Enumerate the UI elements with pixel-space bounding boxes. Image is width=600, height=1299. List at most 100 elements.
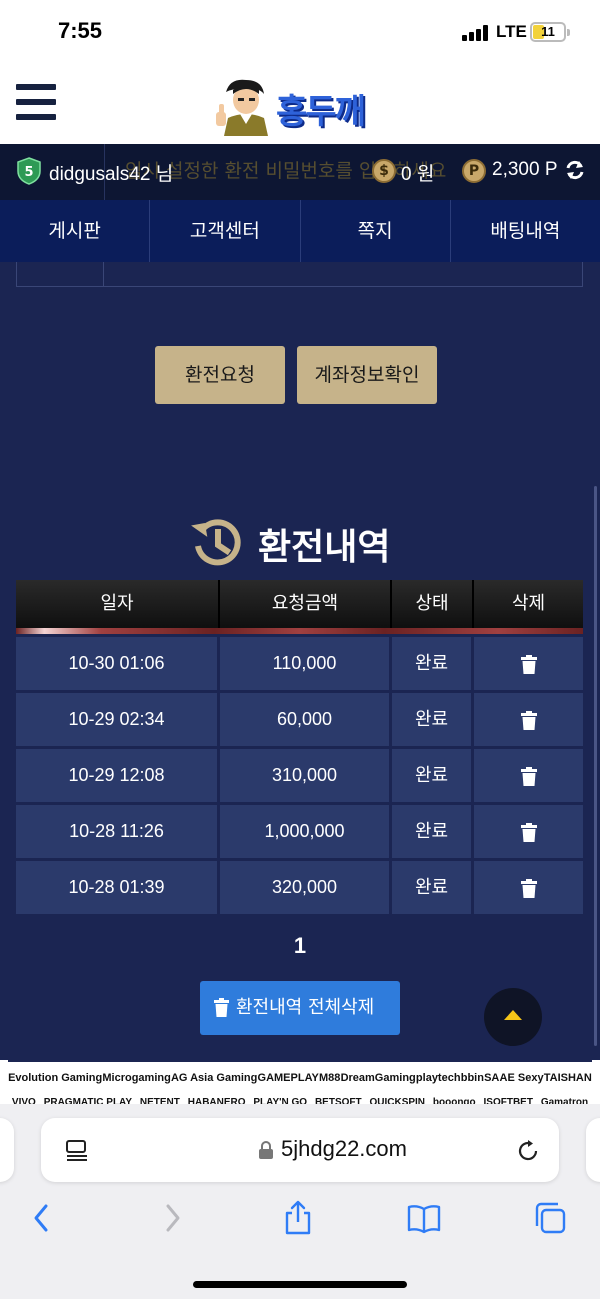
refresh-icon[interactable]: [564, 158, 586, 182]
row-date: 10-30 01:06: [16, 637, 217, 690]
history-title: 환전내역: [258, 527, 391, 568]
history-table: 일자 요청금액 상태 삭제 10-30 01:06 110,000 완료 10-…: [16, 580, 583, 914]
arrow-up-icon: [504, 1010, 522, 1020]
logo-text: 홍두깨: [276, 92, 366, 132]
nav-board[interactable]: 게시판: [0, 200, 151, 262]
trash-icon: [520, 822, 537, 842]
lock-icon: [259, 1141, 273, 1159]
row-delete-button[interactable]: [474, 805, 583, 858]
account-info-button[interactable]: 계좌정보확인: [297, 346, 437, 404]
cellular-signal-icon: [462, 25, 490, 41]
main-nav: 게시판 고객센터 쪽지 배팅내역: [0, 200, 600, 262]
scrollbar[interactable]: [594, 486, 597, 1046]
row-status: 완료: [392, 749, 471, 802]
trash-icon: [520, 878, 537, 898]
trash-icon: [520, 654, 537, 674]
row-amount: 1,000,000: [220, 805, 389, 858]
network-type: LTE: [496, 22, 527, 41]
scroll-to-top-button[interactable]: [484, 988, 542, 1046]
row-delete-button[interactable]: [474, 749, 583, 802]
main-content: 환전요청 계좌정보확인 환전내역 일자 요청금액 상태 삭제 10-30 01:…: [0, 262, 600, 1060]
table-row: 10-29 02:34 60,000 완료: [16, 690, 583, 746]
site-logo[interactable]: 홍두깨: [216, 74, 386, 136]
battery-level: 11: [541, 24, 555, 39]
home-indicator[interactable]: [193, 1281, 407, 1288]
share-icon[interactable]: [280, 1200, 316, 1236]
column-amount: 요청금액: [271, 593, 339, 614]
clock: 7:55: [58, 18, 103, 43]
row-amount: 110,000: [220, 637, 389, 690]
provider-logo: TAISHAN: [543, 1072, 592, 1084]
address-bar[interactable]: 5jhdg22.com: [41, 1118, 559, 1182]
money-coin-icon: $: [372, 159, 396, 183]
next-tab-preview[interactable]: [586, 1118, 600, 1182]
page-menu-icon[interactable]: [65, 1140, 89, 1162]
nav-messages[interactable]: 쪽지: [301, 200, 451, 262]
row-date: 10-29 02:34: [16, 693, 217, 746]
form-table-bottom: [16, 262, 583, 287]
row-amount: 310,000: [220, 749, 389, 802]
site-header: 홍두깨: [0, 64, 600, 144]
row-date: 10-29 12:08: [16, 749, 217, 802]
username-text: didgusals42: [49, 164, 151, 185]
table-row: 10-30 01:06 110,000 완료: [16, 634, 583, 690]
reload-icon[interactable]: [515, 1138, 541, 1164]
row-status: 완료: [392, 637, 471, 690]
url-text: 5jhdg22.com: [281, 1136, 407, 1161]
exchange-request-button[interactable]: 환전요청: [155, 346, 285, 404]
table-row: 10-28 11:26 1,000,000 완료: [16, 802, 583, 858]
provider-logo: Evolution Gaming: [8, 1072, 103, 1084]
column-status: 상태: [415, 593, 449, 614]
logo-character-icon: [216, 79, 268, 136]
provider-logo: M88: [319, 1072, 341, 1084]
row-delete-button[interactable]: [474, 637, 583, 690]
money-balance: 0 원: [401, 164, 435, 185]
trash-icon: [520, 766, 537, 786]
provider-logo: SA: [484, 1072, 500, 1084]
pagination-page[interactable]: 1: [290, 933, 310, 959]
providers-row-1: Evolution Gaming Microgaming AG Asia Gam…: [8, 1066, 592, 1090]
row-status: 완료: [392, 805, 471, 858]
forward-icon[interactable]: [154, 1200, 190, 1236]
username-suffix: 님: [155, 164, 174, 185]
battery-icon: 11: [530, 22, 570, 42]
delete-all-label: 환전내역 전체삭제: [236, 997, 375, 1018]
browser-toolbar: 5jhdg22.com: [0, 1104, 600, 1299]
provider-logo: GAMEPLAY: [257, 1072, 319, 1084]
nav-betting-history[interactable]: 배팅내역: [451, 200, 600, 262]
provider-logo: playtech: [415, 1072, 461, 1084]
row-date: 10-28 11:26: [16, 805, 217, 858]
level-number: 5: [24, 165, 33, 180]
row-status: 완료: [392, 693, 471, 746]
row-amount: 60,000: [220, 693, 389, 746]
game-providers-strip: Evolution Gaming Microgaming AG Asia Gam…: [8, 1060, 592, 1106]
tabs-icon[interactable]: [532, 1200, 568, 1236]
bookmarks-icon[interactable]: [406, 1200, 442, 1236]
row-date: 10-28 01:39: [16, 861, 217, 914]
menu-icon[interactable]: [16, 84, 56, 120]
table-row: 10-29 12:08 310,000 완료: [16, 746, 583, 802]
column-delete: 삭제: [511, 593, 546, 614]
status-bar: 7:55 LTE 11: [0, 0, 600, 64]
provider-logo: DreamGaming: [340, 1072, 416, 1084]
trash-icon: [214, 998, 229, 1017]
provider-logo: AE Sexy: [499, 1072, 544, 1084]
row-delete-button[interactable]: [474, 861, 583, 914]
delete-all-button[interactable]: 환전내역 전체삭제: [200, 981, 400, 1035]
user-info-bar: 임시 설정한 환전 비밀번호를 입력하세요 5 didgusals42 님 $ …: [0, 144, 600, 200]
history-icon: [191, 519, 241, 566]
column-date: 일자: [100, 593, 134, 614]
table-header: 일자 요청금액 상태 삭제: [16, 580, 583, 634]
nav-customer-center[interactable]: 고객센터: [150, 200, 301, 262]
row-status: 완료: [392, 861, 471, 914]
provider-logo: AG Asia Gaming: [170, 1072, 258, 1084]
previous-tab-preview[interactable]: [0, 1118, 14, 1182]
username[interactable]: didgusals42 님: [49, 159, 173, 186]
row-delete-button[interactable]: [474, 693, 583, 746]
provider-logo: Microgaming: [102, 1072, 171, 1084]
provider-logo: bbin: [460, 1072, 484, 1084]
level-shield-icon: 5: [17, 157, 41, 185]
trash-icon: [520, 710, 537, 730]
point-coin-icon: P: [462, 159, 486, 183]
back-icon[interactable]: [24, 1200, 60, 1236]
